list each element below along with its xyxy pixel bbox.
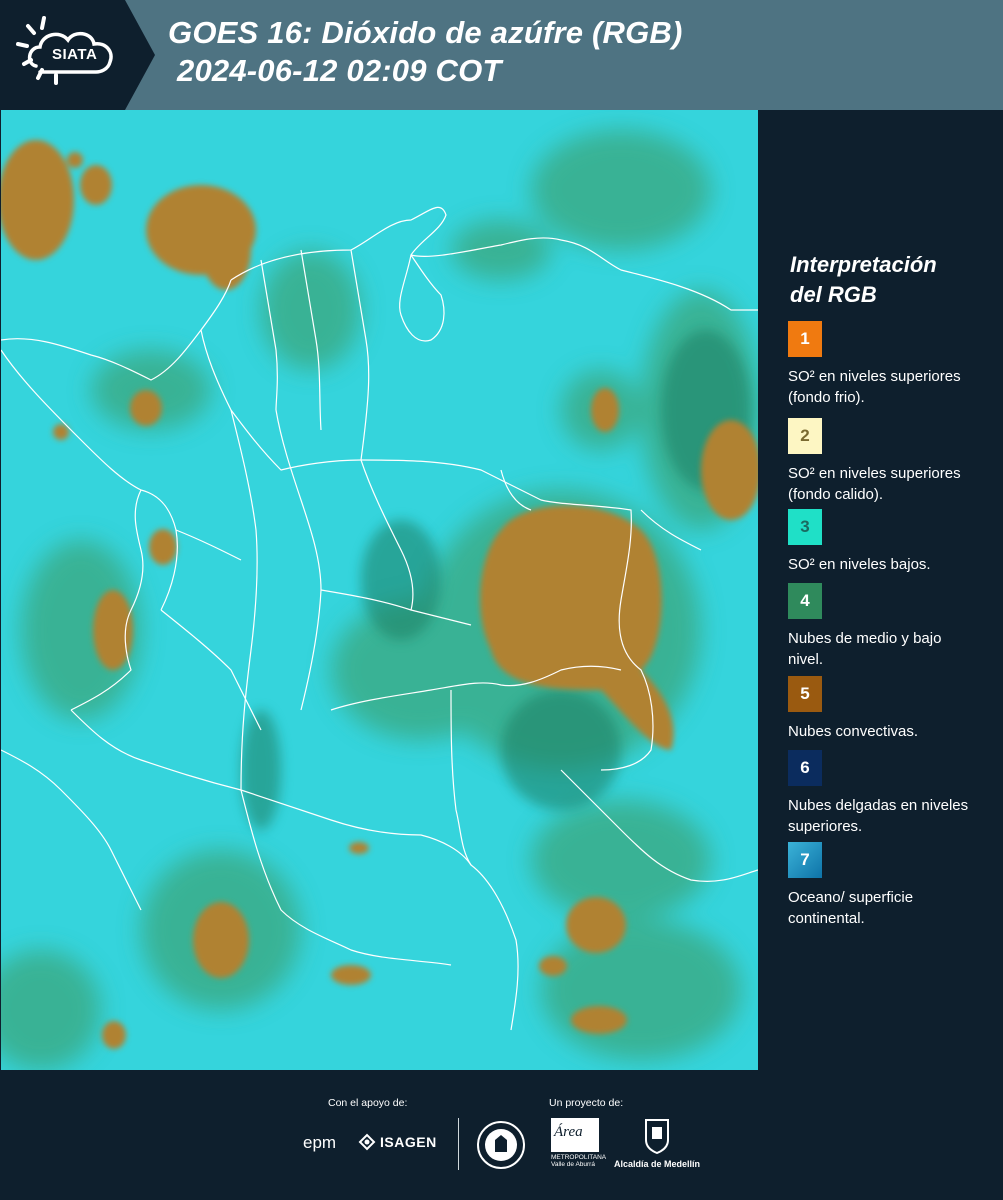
legend-item-6: 6 Nubes delgadas en niveles superiores. — [788, 750, 978, 837]
page-title: GOES 16: Dióxido de azúfre (RGB) 2024-06… — [168, 14, 683, 90]
isagen-logo-text: ISAGEN — [380, 1134, 437, 1150]
legend-text-1: SO² en niveles superiores (fondo frio). — [788, 368, 961, 406]
legend-text-2: SO² en niveles superiores (fondo calido)… — [788, 465, 961, 503]
legend-text-6: Nubes delgadas en niveles superiores. — [788, 797, 969, 835]
legend-item-3: 3 SO² en niveles bajos. — [788, 509, 978, 575]
legend-text-4: Nubes de medio y bajo nivel. — [788, 630, 942, 668]
siata-logo-text: SIATA — [52, 46, 98, 63]
alcaldia-logo: Alcaldía de Medellín — [612, 1118, 702, 1169]
support-label: Con el apoyo de: — [328, 1097, 408, 1109]
legend-item-1: 1 SO² en niveles superiores (fondo frio)… — [788, 321, 978, 408]
legend-swatch-4: 4 — [788, 583, 822, 619]
project-label: Un proyecto de: — [549, 1097, 624, 1109]
legend-title: Interpretación del RGB — [790, 250, 937, 310]
legend-text-5: Nubes convectivas. — [788, 723, 919, 740]
legend-swatch-3: 3 — [788, 509, 822, 545]
legend-item-2: 2 SO² en niveles superiores (fondo calid… — [788, 418, 978, 505]
isagen-icon — [358, 1133, 376, 1151]
legend-item-4: 4 Nubes de medio y bajo nivel. — [788, 583, 978, 670]
legend-swatch-1: 1 — [788, 321, 822, 357]
alcaldia-shield-icon — [645, 1119, 669, 1155]
legend-title-line-1: Interpretación — [790, 252, 937, 277]
title-line-2: 2024-06-12 02:09 COT — [177, 53, 502, 88]
area-logo-sub1: METROPOLITANA — [551, 1154, 607, 1161]
title-line-1: GOES 16: Dióxido de azúfre (RGB) — [168, 15, 683, 50]
legend-swatch-5: 5 — [788, 676, 822, 712]
legend-item-7: 7 Oceano/ superficie continental. — [788, 842, 978, 929]
legend-title-line-2: del RGB — [790, 282, 877, 307]
medellin-seal — [476, 1120, 526, 1175]
legend-item-5: 5 Nubes convectivas. — [788, 676, 978, 742]
siata-logo: SIATA — [0, 0, 155, 110]
satellite-map — [1, 110, 758, 1070]
area-logo-word: Área — [554, 1124, 583, 1140]
legend-text-7: Oceano/ superficie continental. — [788, 889, 914, 927]
alcaldia-logo-text: Alcaldía de Medellín — [613, 1159, 701, 1169]
legend-panel: Interpretación del RGB 1 SO² en niveles … — [760, 110, 1003, 1070]
area-metropolitana-logo: Área METROPOLITANA Valle de Aburrá — [551, 1118, 606, 1168]
header-bar: SIATA GOES 16: Dióxido de azúfre (RGB) 2… — [0, 0, 1003, 110]
epm-logo: epm — [303, 1133, 336, 1153]
footer: Con el apoyo de: Un proyecto de: epm ISA… — [0, 1070, 1003, 1200]
epm-logo-text: epm — [303, 1133, 337, 1152]
legend-swatch-6: 6 — [788, 750, 822, 786]
area-logo-sub2: Valle de Aburrá — [551, 1161, 595, 1168]
legend-swatch-2: 2 — [788, 418, 822, 454]
seal-icon — [477, 1121, 525, 1169]
isagen-logo: ISAGEN — [358, 1133, 437, 1151]
legend-swatch-7: 7 — [788, 842, 822, 878]
legend-text-3: SO² en niveles bajos. — [788, 556, 931, 573]
footer-divider — [458, 1118, 459, 1170]
